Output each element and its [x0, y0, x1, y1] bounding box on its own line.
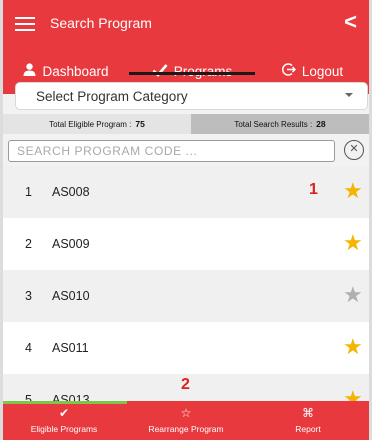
annotation-1: 1 [309, 181, 318, 198]
item-code: AS011 [52, 341, 89, 355]
tab-dashboard-label: Dashboard [42, 63, 109, 79]
logout-icon [281, 62, 296, 80]
user-icon [23, 63, 36, 79]
report-icon: ⌘ [302, 406, 314, 420]
star-icon[interactable]: ★ [343, 283, 363, 307]
list-item[interactable]: 4 AS011 ★ [3, 322, 369, 374]
tab-programs-label: Programs [173, 63, 233, 79]
close-circle-icon[interactable]: ✕ [344, 140, 364, 160]
check-icon [152, 63, 168, 80]
bottom-tab-bar: ✔ Eligible Programs ☆ Rearrange Program … [3, 401, 369, 440]
bottom-active-indicator [3, 401, 127, 404]
list-item[interactable]: 2 AS009 ★ [3, 218, 369, 270]
star-icon[interactable]: ★ [343, 231, 363, 255]
item-index: 3 [25, 289, 32, 303]
title-bar: Search Program < [3, 0, 369, 46]
stats-bar: Total Eligible Program : 75 Total Search… [3, 114, 369, 134]
item-code: AS010 [52, 289, 90, 303]
search-row: ✕ [3, 134, 369, 166]
star-icon[interactable]: ★ [343, 335, 363, 359]
program-category-select[interactable]: Select Program Category [15, 82, 368, 110]
app-header: Search Program < Dashboard Programs Logo… [3, 0, 369, 94]
program-category-value: Select Program Category [36, 88, 188, 104]
tab-rearrange-program[interactable]: ☆ Rearrange Program [125, 401, 247, 440]
tab-rearrange-program-label: Rearrange Program [148, 424, 224, 434]
tab-eligible-programs[interactable]: ✔ Eligible Programs [3, 401, 125, 440]
eligible-count-value: 75 [135, 119, 145, 129]
tab-eligible-programs-label: Eligible Programs [30, 424, 98, 434]
results-count: Total Search Results : 28 [191, 114, 369, 134]
item-code: AS008 [52, 185, 90, 199]
hamburger-icon[interactable] [15, 17, 35, 31]
results-count-label: Total Search Results : [234, 119, 313, 129]
eligible-count-label: Total Eligible Program : [49, 119, 132, 129]
search-input[interactable] [8, 140, 335, 162]
app-frame: Search Program < Dashboard Programs Logo… [3, 0, 369, 440]
tab-report[interactable]: ⌘ Report [247, 401, 369, 440]
chevron-down-icon [345, 93, 353, 97]
chevron-left-icon[interactable]: < [344, 11, 357, 33]
results-count-value: 28 [316, 119, 326, 129]
item-index: 1 [25, 185, 32, 199]
tab-report-label: Report [295, 424, 321, 434]
page-title: Search Program [50, 15, 152, 31]
tab-logout-label: Logout [301, 63, 344, 79]
item-index: 4 [25, 341, 32, 355]
star-icon[interactable]: ★ [343, 179, 363, 203]
check-icon: ✔ [58, 406, 70, 420]
active-tab-indicator [129, 72, 255, 75]
annotation-2: 2 [181, 376, 190, 393]
eligible-count: Total Eligible Program : 75 [3, 114, 191, 134]
item-index: 2 [25, 237, 32, 251]
item-code: AS009 [52, 237, 90, 251]
star-outline-icon: ☆ [180, 406, 192, 420]
list-item[interactable]: 3 AS010 ★ [3, 270, 369, 322]
